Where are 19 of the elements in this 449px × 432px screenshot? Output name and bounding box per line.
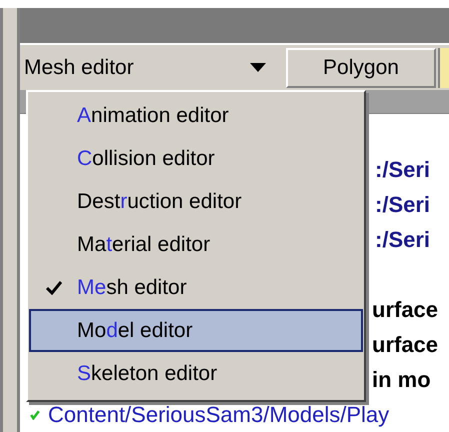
menu-item[interactable]: Destruction editor [29,180,363,223]
menu-item[interactable]: Material editor [29,223,363,266]
toolbar-button[interactable] [438,48,449,88]
menu-item[interactable]: Mesh editor [29,266,363,309]
polygon-button[interactable]: Polygon [286,48,436,88]
list-row-text: urface [372,331,438,359]
checkmark-icon [46,280,62,294]
check-icon [30,410,40,420]
list-row-text: Content/SeriousSam3/Models/Play [48,401,390,429]
list-row-text: :/Seri [375,156,430,184]
caret-icon [250,63,266,72]
menu-item[interactable]: Model editor [29,309,363,352]
list-row-text: :/Seri [375,191,430,219]
menu-item[interactable]: Animation editor [29,94,363,137]
list-row-text: :/Seri [375,226,430,254]
list-row-text: urface [372,296,438,324]
list-row-text: in mo [372,366,431,394]
menu-item[interactable]: Skeleton editor [29,352,363,395]
menu-item[interactable]: Collision editor [29,137,363,180]
